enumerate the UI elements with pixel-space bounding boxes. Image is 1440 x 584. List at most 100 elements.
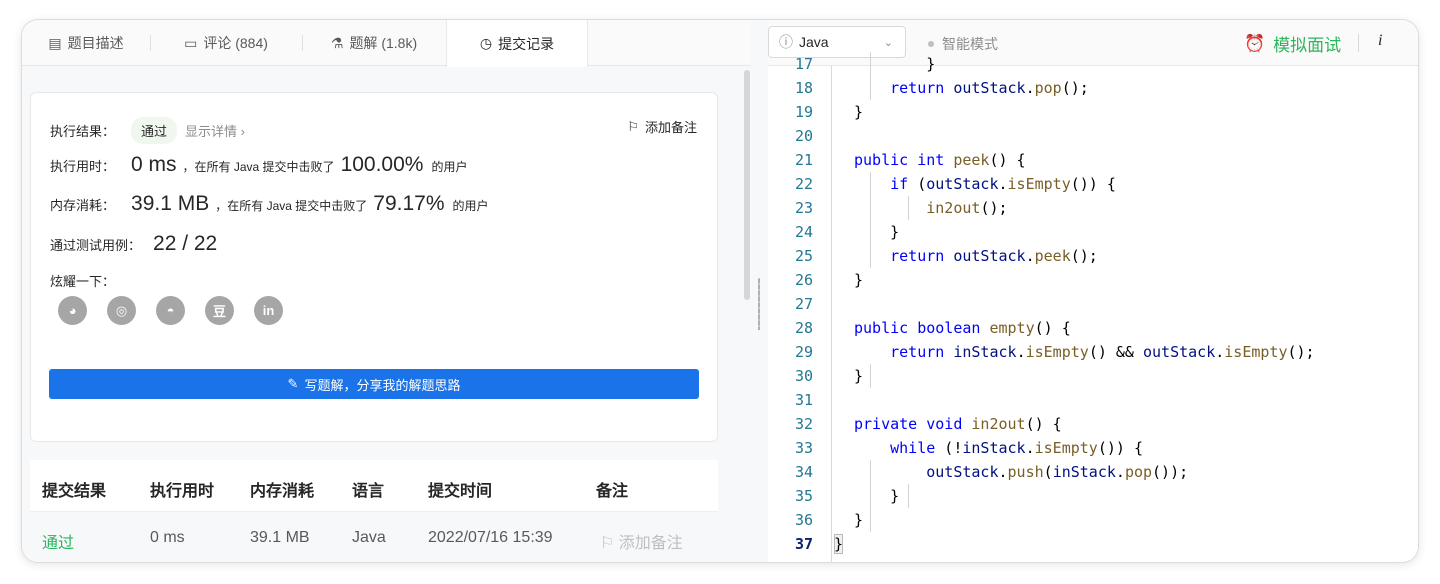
info-button[interactable]: i	[1378, 32, 1382, 50]
code-line: return inStack.isEmpty() && outStack.isE…	[890, 343, 1315, 361]
smart-mode-toggle[interactable]: 智能模式	[928, 34, 998, 54]
share-label: 炫耀一下：	[50, 274, 116, 289]
row-runtime: 0 ms	[150, 529, 185, 546]
code-line: }	[854, 223, 900, 241]
editor-panel: ⓘ Java ⌄ 智能模式 ⏰ 模拟面试 i 17 18 19 20 21 22…	[768, 20, 1418, 562]
line-number: 21	[794, 151, 813, 169]
status-row: 执行结果： 通过 显示详情 ›	[50, 117, 245, 144]
testcases-label: 通过测试用例：	[50, 238, 142, 253]
row-add-note-label: 添加备注	[618, 535, 683, 552]
line-number: 23	[794, 199, 813, 217]
code-line: }	[854, 271, 864, 289]
info-circle-icon: ⓘ	[779, 34, 793, 50]
testcases-value: 22 / 22	[153, 232, 218, 255]
line-number: 22	[794, 175, 813, 193]
tab-comments[interactable]: ▭ 评论 (884)	[150, 20, 302, 66]
flask-icon: ⚗	[330, 34, 344, 51]
line-number: 28	[794, 319, 813, 337]
douban-icon[interactable]: 豆	[205, 296, 234, 325]
row-add-note[interactable]: ⚐ 添加备注	[600, 529, 683, 553]
line-number: 19	[794, 103, 813, 121]
pencil-icon: ✎	[287, 376, 299, 391]
header-note: 备注	[596, 483, 629, 500]
header-memory: 内存消耗	[250, 483, 315, 500]
code-line: outStack.push(inStack.pop());	[926, 463, 1189, 481]
mock-interview-button[interactable]: ⏰ 模拟面试	[1244, 31, 1341, 56]
testcases-row: 通过测试用例： 22 / 22	[50, 232, 223, 256]
description-icon: ▤	[48, 34, 62, 51]
result-card: 执行结果： 通过 显示详情 › ⚐ 添加备注 执行用时： 0 ms ，在所有 J…	[30, 92, 718, 442]
share-row: 炫耀一下：	[50, 271, 115, 290]
drag-handle-icon	[758, 278, 760, 330]
code-editor[interactable]: 17 18 19 20 21 22 23 24 25 26 27 28 29 3…	[768, 52, 1418, 562]
header-submit-time: 提交时间	[428, 483, 493, 500]
line-number: 32	[794, 415, 813, 433]
show-details-link[interactable]: 显示详情 ›	[185, 121, 245, 140]
line-number-gutter: 17 18 19 20 21 22 23 24 25 26 27 28 29 3…	[768, 55, 832, 562]
mock-interview-label: 模拟面试	[1273, 36, 1342, 55]
code-line: return outStack.peek();	[890, 247, 1098, 265]
row-language: Java	[352, 529, 386, 546]
tab-bar: ▤ 题目描述 ▭ 评论 (884) ⚗ 题解 (1.8k) ◷ 提交记录	[22, 20, 750, 67]
table-header: 提交结果 执行用时 内存消耗 语言 提交时间 备注	[30, 460, 718, 512]
memory-percentile: 79.17%	[373, 192, 445, 215]
line-number: 36	[794, 511, 813, 529]
line-number: 29	[794, 343, 813, 361]
code-line: return outStack.pop();	[890, 79, 1089, 97]
write-solution-button[interactable]: ✎ 写题解，分享我的解题思路	[49, 369, 699, 399]
line-number: 17	[794, 55, 813, 73]
runtime-row: 执行用时： 0 ms ，在所有 Java 提交中击败了 100.00% 的用户	[50, 153, 467, 177]
tab-submissions[interactable]: ◷ 提交记录	[446, 20, 588, 67]
language-value: Java	[799, 34, 829, 50]
submissions-table: 提交结果 执行用时 内存消耗 语言 提交时间 备注 通过 0 ms 39.1 M…	[30, 460, 718, 562]
flag-icon: ⚐	[627, 118, 639, 134]
toolbar-separator	[1358, 34, 1359, 52]
status-label: 执行结果：	[50, 124, 116, 139]
code-line: public int peek() {	[854, 151, 1026, 169]
indent-guide	[908, 484, 909, 508]
table-row[interactable]: 通过 0 ms 39.1 MB Java 2022/07/16 15:39 ⚐ …	[30, 512, 718, 562]
line-number: 31	[794, 391, 813, 409]
line-number: 25	[794, 247, 813, 265]
weibo-icon[interactable]: ◎	[107, 296, 136, 325]
add-note-button[interactable]: ⚐ 添加备注	[627, 117, 697, 136]
flag-icon: ⚐	[600, 535, 615, 552]
code-line: }	[854, 487, 900, 505]
runtime-value: 0 ms	[131, 153, 177, 176]
current-line-number: 37	[794, 535, 813, 553]
panel-resizer[interactable]	[750, 20, 768, 562]
code-line: private void in2out() {	[854, 415, 1062, 433]
memory-value: 39.1 MB	[131, 192, 210, 215]
row-memory: 39.1 MB	[250, 529, 310, 546]
code-line: }	[854, 55, 936, 73]
line-number: 20	[794, 127, 813, 145]
runtime-suffix: 的用户	[431, 160, 468, 174]
header-runtime: 执行用时	[150, 483, 215, 500]
tab-label: 提交记录	[498, 35, 555, 52]
line-number: 34	[794, 463, 813, 481]
wechat-icon[interactable]: ◕	[58, 296, 87, 325]
code-line: }	[834, 535, 844, 553]
clock-icon: ◷	[479, 35, 493, 51]
tab-solutions[interactable]: ⚗ 题解 (1.8k)	[302, 20, 446, 66]
runtime-percentile: 100.00%	[340, 153, 424, 176]
chevron-down-icon: ⌄	[883, 36, 893, 49]
line-number: 30	[794, 367, 813, 385]
row-submit-time: 2022/07/16 15:39	[428, 529, 553, 546]
tab-description[interactable]: ▤ 题目描述	[22, 20, 150, 66]
app-window: ▤ 题目描述 ▭ 评论 (884) ⚗ 题解 (1.8k) ◷ 提交记录 执行结…	[22, 20, 1418, 562]
memory-text: ，在所有 Java 提交中击败了	[215, 199, 368, 213]
line-number: 26	[794, 271, 813, 289]
add-note-label: 添加备注	[644, 120, 697, 135]
indent-guide	[870, 364, 871, 388]
status-dot-icon	[928, 41, 934, 47]
left-panel: ▤ 题目描述 ▭ 评论 (884) ⚗ 题解 (1.8k) ◷ 提交记录 执行结…	[22, 20, 750, 562]
qq-icon[interactable]: ◓	[156, 296, 185, 325]
header-language: 语言	[352, 483, 385, 500]
tab-label: 题目描述	[67, 35, 124, 51]
alarm-clock-icon: ⏰	[1244, 33, 1266, 53]
row-result[interactable]: 通过	[42, 529, 74, 553]
linkedin-icon[interactable]: in	[254, 296, 283, 325]
code-line: public boolean empty() {	[854, 319, 1071, 337]
memory-label: 内存消耗：	[50, 198, 116, 213]
